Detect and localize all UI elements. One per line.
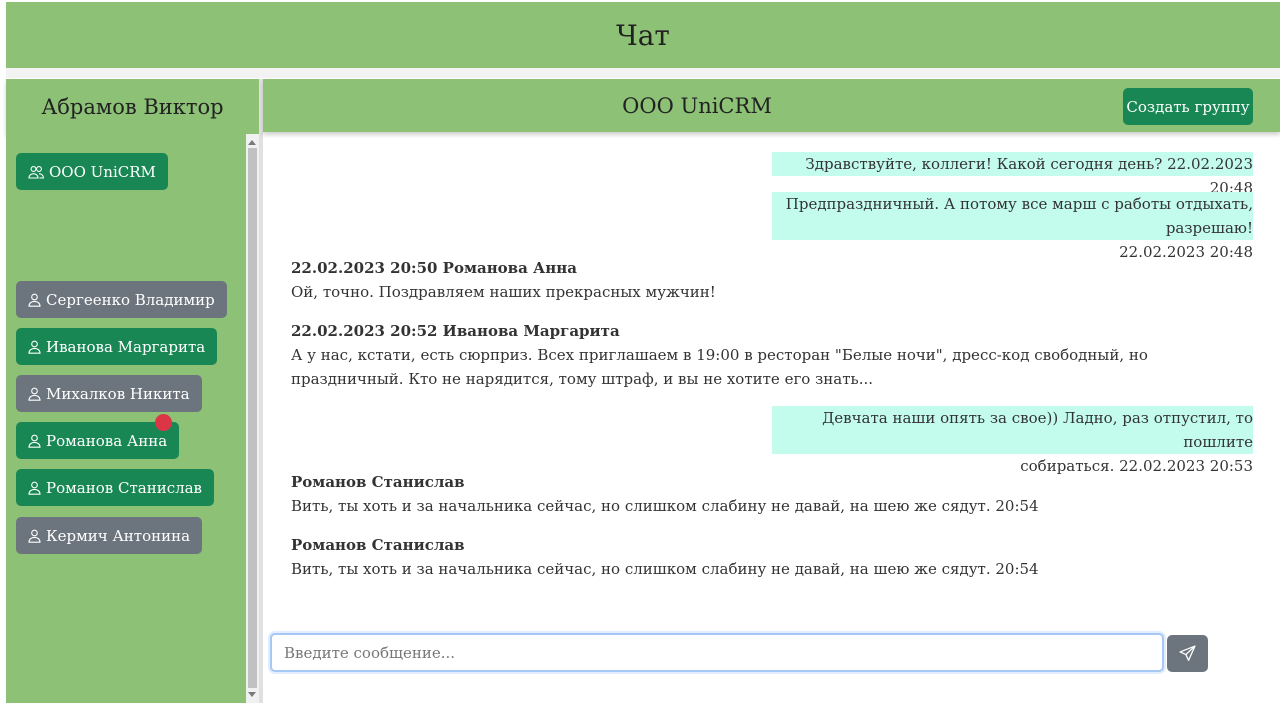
message-input[interactable] <box>272 635 1162 670</box>
sidebar-divider <box>259 79 263 703</box>
group-button-label: ООО UniCRM <box>49 162 156 181</box>
contact-label: Сергеенко Владимир <box>46 290 215 309</box>
message-outgoing: Предпраздничный. А потому все марш с раб… <box>772 192 1253 261</box>
group-button-unicrm[interactable]: ООО UniCRM <box>16 153 168 190</box>
chat-title: ООО UniCRM <box>622 93 772 118</box>
person-icon <box>28 293 41 307</box>
message-outgoing: Здравствуйте, коллеги! Какой сегодня ден… <box>772 152 1253 197</box>
contact-label: Романов Станислав <box>46 478 203 497</box>
contact-sergeenko[interactable]: Сергеенко Владимир <box>16 281 227 318</box>
sidebar-user-name: Абрамов Виктор <box>6 79 259 134</box>
message-input-wrapper <box>270 633 1164 672</box>
person-icon <box>28 481 41 495</box>
person-icon <box>28 434 41 448</box>
contact-label: Иванова Маргарита <box>46 337 206 356</box>
contact-ivanova[interactable]: Иванова Маргарита <box>16 328 218 365</box>
person-icon <box>28 340 41 354</box>
message-text: Вить, ты хоть и за начальника сейчас, но… <box>291 497 1039 515</box>
contact-mikhalkov[interactable]: Михалков Никита <box>16 375 202 412</box>
scrollbar-thumb[interactable] <box>248 148 257 688</box>
message-meta: 22.02.2023 20:52 Иванова Маргарита <box>291 322 620 340</box>
unread-badge <box>155 414 172 431</box>
contact-romanova[interactable]: Романова Анна <box>16 422 180 459</box>
message-incoming: 22.02.2023 20:50 Романова Анна Ой, точно… <box>291 256 1253 304</box>
message-text: Ой, точно. Поздравляем наших прекрасных … <box>291 283 716 301</box>
header-divider <box>6 68 1280 78</box>
sidebar <box>6 134 246 703</box>
message-text: Предпраздничный. А потому все марш с раб… <box>785 195 1253 237</box>
message-text: А у нас, кстати, есть сюрприз. Всех приг… <box>291 346 1148 388</box>
message-meta: 22.02.2023 20:50 Романова Анна <box>291 259 577 277</box>
sidebar-scrollbar[interactable] <box>246 134 259 703</box>
app-header: Чат <box>6 2 1280 68</box>
contact-label: Кермич Антонина <box>46 526 191 545</box>
create-group-button[interactable]: Создать группу <box>1123 88 1253 125</box>
contact-label: Романова Анна <box>46 431 168 450</box>
scroll-up-arrow[interactable] <box>248 140 256 145</box>
message-text: Вить, ты хоть и за начальника сейчас, но… <box>291 560 1039 578</box>
message-incoming: 22.02.2023 20:52 Иванова Маргарита А у н… <box>291 319 1253 391</box>
send-icon <box>1179 645 1196 662</box>
send-button[interactable] <box>1167 635 1208 672</box>
person-icon <box>28 387 41 401</box>
message-incoming: Романов Станислав Вить, ты хоть и за нач… <box>291 533 1253 581</box>
message-meta: Романов Станислав <box>291 536 465 554</box>
message-text: Девчата наши опять за свое)) Ладно, раз … <box>822 409 1253 451</box>
people-icon <box>28 165 44 179</box>
contact-label: Михалков Никита <box>46 384 190 403</box>
message-outgoing: Девчата наши опять за свое)) Ладно, раз … <box>772 406 1253 475</box>
contact-romanov[interactable]: Романов Станислав <box>16 469 215 506</box>
page-title: Чат <box>616 18 670 52</box>
chat-header: ООО UniCRM Создать группу <box>263 79 1280 132</box>
scroll-down-arrow[interactable] <box>248 692 256 697</box>
message-meta: Романов Станислав <box>291 473 465 491</box>
message-incoming: Романов Станислав Вить, ты хоть и за нач… <box>291 470 1253 518</box>
person-icon <box>28 529 41 543</box>
contact-kermich[interactable]: Кермич Антонина <box>16 517 203 554</box>
